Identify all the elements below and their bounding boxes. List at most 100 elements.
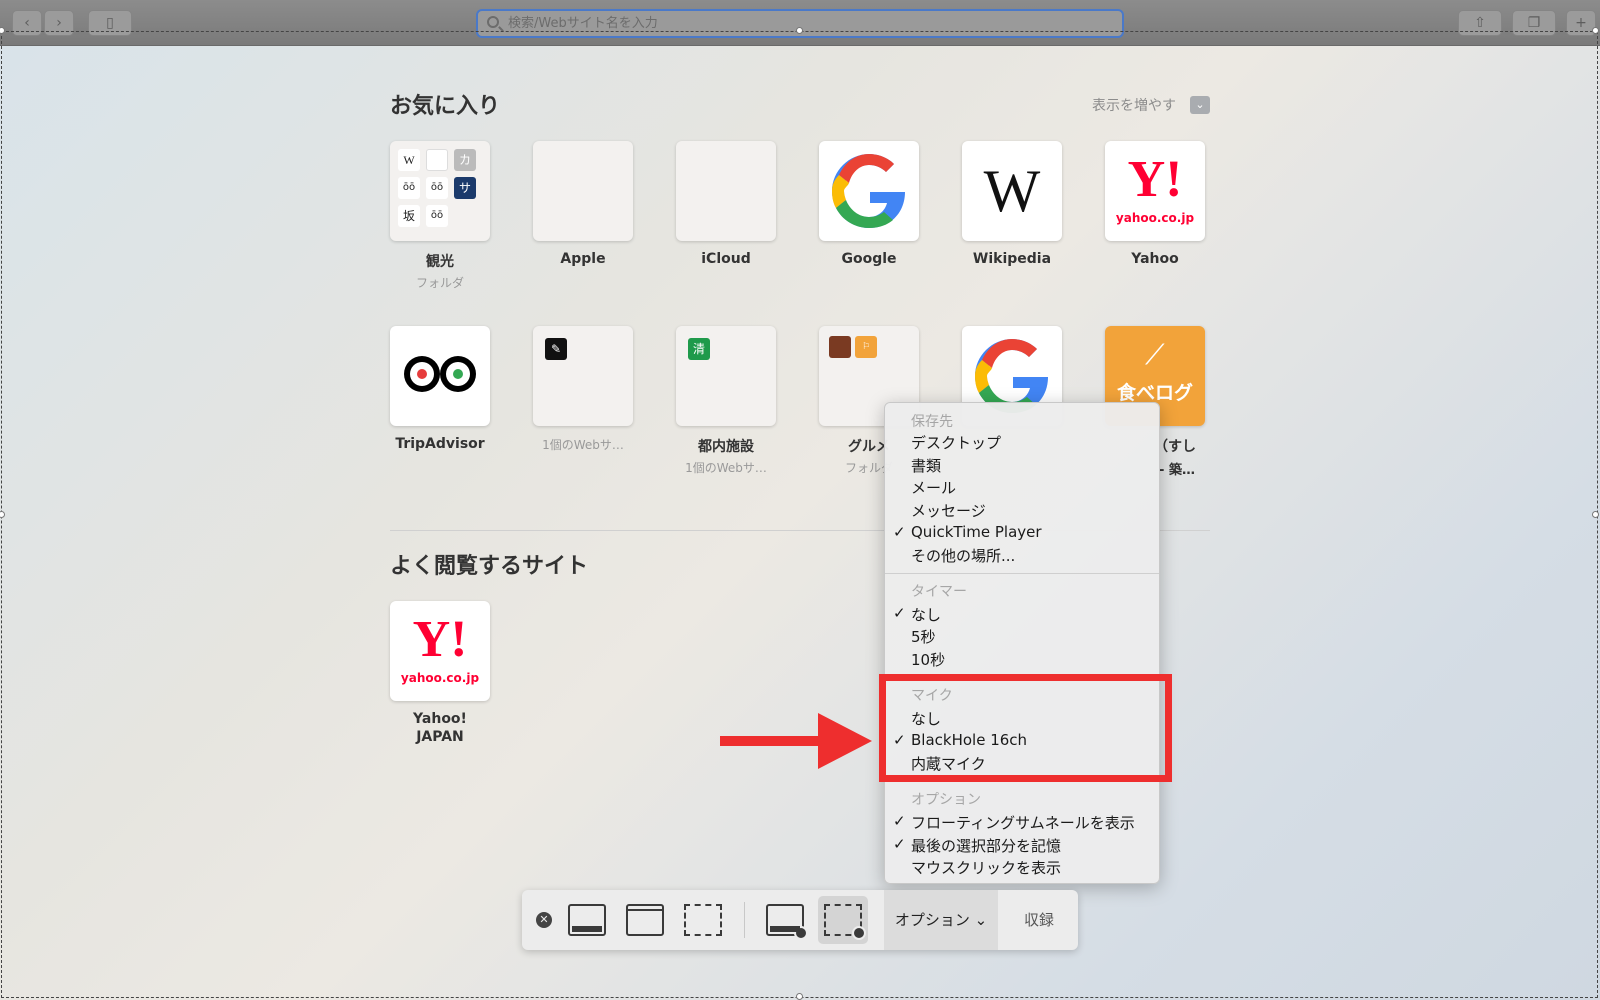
menu-item-mail[interactable]: メール	[911, 477, 956, 498]
chevron-down-icon[interactable]: ⌄	[1190, 96, 1210, 114]
plus-icon: +	[1575, 15, 1587, 31]
resize-handle[interactable]	[796, 993, 803, 1000]
favorite-tile-yahoo[interactable]: Y! yahoo.co.jp Yahoo	[1105, 141, 1205, 267]
share-button[interactable]: ⇧	[1458, 10, 1502, 36]
tile-sublabel: 1個のWebサ…	[542, 438, 624, 452]
record-selection-icon[interactable]	[824, 904, 866, 940]
frequent-sites-title: よく閲覧するサイト	[390, 554, 589, 579]
menu-separator	[885, 573, 1159, 574]
favorite-tile-icloud[interactable]: iCloud	[676, 141, 776, 267]
menu-item-remember-selection[interactable]: 最後の選択部分を記憶	[911, 835, 1061, 856]
favorite-tile-tripadvisor[interactable]: TripAdvisor	[390, 326, 490, 452]
highlight-box	[879, 674, 1172, 782]
folder-icon: W カ ōō ōō サ 坂 ōō	[390, 141, 490, 241]
tripadvisor-mini-icon: ōō	[426, 205, 448, 227]
chevron-down-icon: ⌄	[974, 911, 988, 929]
checkmark-icon: ✓	[893, 812, 906, 830]
screenshot-toolbar: ✕ オプション ⌄ 収録	[522, 890, 1078, 950]
site-mini-icon: 清	[688, 338, 710, 360]
favorites-title: お気に入り	[390, 94, 501, 119]
screenshot-options-menu: 保存先 デスクトップ 書類 メール メッセージ ✓ QuickTime Play…	[884, 402, 1160, 884]
site-mini-icon: カ	[454, 149, 476, 171]
tile-sublabel: 1個のWebサ…	[685, 461, 767, 475]
google-logo-icon	[832, 154, 905, 228]
tile-label: Yahoo!	[413, 711, 467, 727]
tile-label: JAPAN	[416, 729, 464, 745]
checkmark-icon: ✓	[893, 835, 906, 853]
show-more-link[interactable]: 表示を増やす	[1092, 95, 1176, 115]
arrow-icon	[720, 736, 820, 746]
tile-label: Google	[841, 251, 897, 267]
record-entire-screen-icon[interactable]	[766, 904, 808, 940]
favorite-tile-kanko[interactable]: W カ ōō ōō サ 坂 ōō 観光 フォルダ	[390, 141, 490, 291]
tripadvisor-mini-icon: ōō	[398, 177, 420, 199]
options-button[interactable]: オプション ⌄	[884, 890, 998, 950]
chevron-right-icon: ›	[56, 15, 62, 31]
chopsticks-icon: ⟋	[1145, 338, 1165, 371]
tile-label: Yahoo	[1131, 251, 1179, 267]
toolbar-divider	[744, 902, 745, 938]
menu-item-other-location[interactable]: その他の場所...	[911, 545, 1015, 566]
menu-header-options: オプション	[911, 792, 981, 808]
favorite-tile-toshisetsu[interactable]: 清 都内施設 1個のWebサ…	[676, 326, 776, 476]
capture-window-icon[interactable]	[626, 904, 664, 936]
options-label: オプション	[894, 911, 970, 929]
forward-button[interactable]: ›	[44, 10, 74, 36]
menu-item-timer-5s[interactable]: 5秒	[911, 626, 936, 647]
menu-item-desktop[interactable]: デスクトップ	[911, 432, 1001, 453]
site-mini-icon: サ	[454, 177, 476, 199]
capture-selection-icon[interactable]	[684, 904, 722, 936]
yahoo-logo-icon: Y!	[1127, 151, 1183, 208]
favorite-tile-google[interactable]: Google	[819, 141, 919, 267]
resize-handle[interactable]	[1592, 511, 1599, 518]
wikipedia-mini-icon: W	[398, 149, 420, 171]
tile-label: Apple	[560, 251, 606, 267]
record-button[interactable]: 収録	[1000, 890, 1078, 950]
menu-header-save: 保存先	[911, 414, 953, 430]
frequent-tile-yahoo-japan[interactable]: Y! yahoo.co.jp Yahoo! JAPAN	[390, 601, 490, 745]
address-placeholder: 検索/Webサイト名を入力	[508, 16, 658, 31]
tile-label: 都内施設	[698, 439, 754, 455]
back-button[interactable]: ‹	[12, 10, 42, 36]
menu-item-documents[interactable]: 書類	[911, 455, 941, 476]
browser-toolbar: ‹ › ▯ 検索/Webサイト名を入力 ⇧ ❐ +	[0, 0, 1600, 46]
tile-label: 観光	[426, 254, 454, 270]
menu-item-timer-10s[interactable]: 10秒	[911, 649, 945, 670]
tile-label: iCloud	[701, 251, 751, 267]
yahoo-logo-icon: Y!	[412, 611, 468, 668]
tile-label: TripAdvisor	[395, 436, 485, 452]
tabelog-mini-icon: ⚐	[855, 336, 877, 358]
resize-handle[interactable]	[796, 27, 803, 34]
menu-item-timer-none[interactable]: なし	[911, 604, 941, 625]
close-icon[interactable]: ✕	[536, 912, 552, 928]
sidebar-button[interactable]: ▯	[88, 10, 132, 36]
favorite-tile-folder-pen[interactable]: ✎ 1個のWebサ…	[533, 326, 633, 453]
chevron-left-icon: ‹	[24, 15, 30, 31]
resize-handle[interactable]	[1592, 27, 1599, 34]
selection-frame[interactable]	[1, 31, 1598, 998]
search-icon	[487, 16, 499, 28]
share-icon: ⇧	[1474, 15, 1486, 31]
food-mini-icon	[829, 336, 851, 358]
checkmark-icon: ✓	[893, 604, 906, 622]
pen-icon: ✎	[545, 338, 567, 360]
tabs-overview-button[interactable]: ❐	[1512, 10, 1556, 36]
wikipedia-logo-icon: W	[983, 158, 1041, 224]
site-mini-icon: 坂	[398, 205, 420, 227]
menu-item-messages[interactable]: メッセージ	[911, 500, 986, 521]
tripadvisor-mini-icon: ōō	[426, 177, 448, 199]
favorite-tile-apple[interactable]: Apple	[533, 141, 633, 267]
menu-header-timer: タイマー	[911, 584, 967, 600]
sidebar-icon: ▯	[106, 15, 114, 31]
tile-label: Wikipedia	[972, 251, 1052, 267]
tabelog-logo-text: 食べログ	[1116, 382, 1193, 404]
menu-item-show-mouse-clicks[interactable]: マウスクリックを表示	[911, 857, 1061, 878]
resize-handle[interactable]	[0, 511, 5, 518]
favorite-tile-wikipedia[interactable]: W Wikipedia	[962, 141, 1062, 267]
menu-item-quicktime[interactable]: QuickTime Player	[911, 523, 1042, 541]
tile-sublabel: フォルダ	[415, 276, 464, 290]
menu-item-floating-thumbnail[interactable]: フローティングサムネールを表示	[911, 812, 1135, 833]
tabs-icon: ❐	[1527, 15, 1541, 31]
checkmark-icon: ✓	[893, 523, 906, 541]
capture-entire-screen-icon[interactable]	[568, 904, 606, 936]
